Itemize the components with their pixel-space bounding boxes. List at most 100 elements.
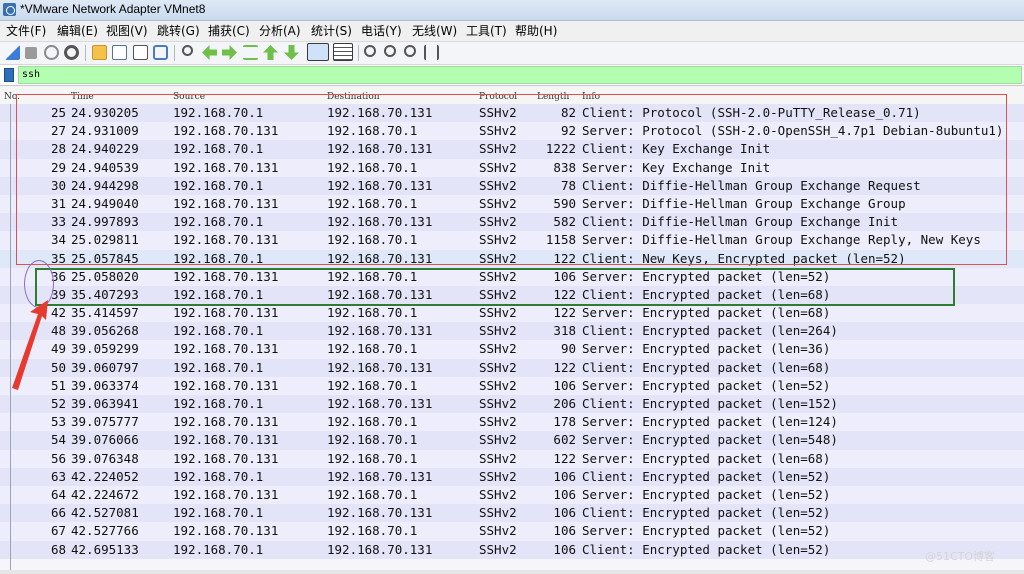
packet-protocol: SSHv2	[479, 359, 517, 375]
column-header-info[interactable]: Info	[582, 92, 600, 102]
packet-info: Server: Protocol (SSH-2.0-OpenSSH_4.7p1 …	[582, 123, 1004, 139]
packet-row[interactable]: 52 39.063941 192.168.70.1 192.168.70.131 SSH…	[0, 395, 1024, 414]
options-gear-icon[interactable]	[64, 45, 79, 60]
reload-icon[interactable]	[153, 45, 168, 60]
zoom-out-icon[interactable]	[384, 45, 396, 57]
normal-size-icon[interactable]	[404, 45, 416, 57]
resize-columns-icon[interactable]	[424, 45, 439, 60]
packet-row[interactable]: 68 42.695133 192.168.70.1 192.168.70.131 SSH…	[0, 540, 1024, 559]
first-packet-icon[interactable]	[263, 45, 278, 60]
packet-info: Client: Encrypted packet (len=264)	[582, 323, 838, 339]
bookmark-filter-icon[interactable]	[4, 68, 14, 82]
menu-edit[interactable]: 编辑(E)	[57, 23, 98, 39]
packet-source: 192.168.70.131	[173, 268, 279, 284]
packet-list[interactable]: No. Time Source Destination Protocol Len…	[0, 86, 1024, 570]
packet-row[interactable]: 56 39.076348 192.168.70.131 192.168.70.1 SSH…	[0, 449, 1024, 468]
packet-row[interactable]: 67 42.527766 192.168.70.131 192.168.70.1 SSH…	[0, 522, 1024, 541]
packet-destination: 192.168.70.131	[327, 214, 433, 230]
column-header-no[interactable]: No.	[4, 92, 20, 102]
packet-row[interactable]: 34 25.029811 192.168.70.131 192.168.70.1 SSH…	[0, 231, 1024, 250]
column-header-time[interactable]: Time	[71, 92, 94, 102]
packet-protocol: SSHv2	[479, 286, 517, 302]
packet-length: 590	[553, 195, 576, 211]
packet-info: Server: Encrypted packet (len=36)	[582, 341, 831, 357]
packet-row[interactable]: 29 24.940539 192.168.70.131 192.168.70.1 SSH…	[0, 158, 1024, 177]
packet-row[interactable]: 31 24.949040 192.168.70.131 192.168.70.1 SSH…	[0, 194, 1024, 214]
go-back-icon[interactable]	[202, 45, 217, 60]
packet-row[interactable]: 30 24.944298 192.168.70.1 192.168.70.131 SSH…	[0, 176, 1024, 195]
packet-protocol: SSHv2	[479, 232, 517, 248]
column-header-destination[interactable]: Destination	[327, 92, 380, 102]
restart-icon[interactable]	[44, 45, 59, 60]
go-to-packet-icon[interactable]	[243, 45, 258, 60]
packet-destination: 192.168.70.131	[327, 141, 433, 157]
column-header-protocol[interactable]: Protocol	[479, 92, 517, 102]
packet-destination: 192.168.70.1	[327, 341, 418, 357]
column-header-source[interactable]: Source	[173, 92, 205, 102]
packet-row[interactable]: 28 24.940229 192.168.70.1 192.168.70.131 SSH…	[0, 140, 1024, 159]
packet-row[interactable]: 54 39.076066 192.168.70.131 192.168.70.1 SSH…	[0, 431, 1024, 450]
packet-row[interactable]: 63 42.224052 192.168.70.1 192.168.70.131 SSH…	[0, 467, 1024, 486]
packet-protocol: SSHv2	[479, 541, 517, 557]
auto-scroll-icon[interactable]	[307, 43, 329, 61]
packet-source: 192.168.70.131	[173, 486, 279, 502]
packet-time: 42.527766	[71, 523, 139, 539]
stop-icon[interactable]	[25, 47, 37, 59]
packet-row[interactable]: 51 39.063374 192.168.70.131 192.168.70.1 SSH…	[0, 376, 1024, 395]
packet-row[interactable]: 50 39.060797 192.168.70.1 192.168.70.131 SSH…	[0, 358, 1024, 377]
packet-row[interactable]: 49 39.059299 192.168.70.131 192.168.70.1 SSH…	[0, 340, 1024, 359]
packet-row[interactable]: 36 25.058020 192.168.70.131 192.168.70.1 SSH…	[0, 267, 1024, 286]
packet-number: 39	[50, 286, 66, 302]
packet-info: Server: Key Exchange Init	[582, 159, 771, 175]
close-file-icon[interactable]	[133, 45, 148, 60]
menu-tools[interactable]: 工具(T)	[466, 23, 507, 39]
packet-row[interactable]: 66 42.527081 192.168.70.1 192.168.70.131 SSH…	[0, 504, 1024, 523]
packet-length: 106	[553, 505, 576, 521]
packet-row[interactable]: 39 35.407293 192.168.70.1 192.168.70.131 SSH…	[0, 285, 1024, 305]
save-file-icon[interactable]	[112, 45, 127, 60]
go-forward-icon[interactable]	[222, 45, 237, 60]
packet-source: 192.168.70.131	[173, 305, 279, 321]
menu-go[interactable]: 跳转(G)	[157, 23, 200, 39]
menu-statistics[interactable]: 统计(S)	[311, 23, 352, 39]
menu-analyze[interactable]: 分析(A)	[259, 23, 301, 39]
last-packet-icon[interactable]	[284, 45, 299, 60]
zoom-in-icon[interactable]	[364, 45, 376, 57]
packet-time: 24.949040	[71, 195, 139, 211]
open-folder-icon[interactable]	[92, 45, 107, 60]
packet-row[interactable]: 35 25.057845 192.168.70.1 192.168.70.131 SSH…	[0, 249, 1024, 268]
packet-destination: 192.168.70.131	[327, 177, 433, 193]
packet-source: 192.168.70.1	[173, 250, 264, 266]
menu-capture[interactable]: 捕获(C)	[208, 23, 250, 39]
colorize-icon[interactable]	[333, 43, 353, 61]
packet-info: Client: Protocol (SSH-2.0-PuTTY_Release_…	[582, 105, 921, 120]
packet-number: 66	[50, 505, 66, 521]
packet-row[interactable]: 42 35.414597 192.168.70.131 192.168.70.1 SSH…	[0, 304, 1024, 323]
packet-source: 192.168.70.1	[173, 505, 264, 521]
packet-protocol: SSHv2	[479, 396, 517, 411]
packet-time: 42.527081	[71, 505, 139, 521]
packet-row[interactable]: 48 39.056268 192.168.70.1 192.168.70.131 SSH…	[0, 322, 1024, 341]
menu-help[interactable]: 帮助(H)	[515, 23, 557, 39]
packet-info: Server: Encrypted packet (len=52)	[582, 523, 831, 539]
packet-row[interactable]: 27 24.931009 192.168.70.131 192.168.70.1 SSH…	[0, 122, 1024, 141]
packet-info: Client: Encrypted packet (len=68)	[582, 359, 831, 375]
find-packet-icon[interactable]	[182, 45, 193, 56]
packet-source: 192.168.70.1	[173, 141, 264, 157]
packet-row[interactable]: 33 24.997893 192.168.70.1 192.168.70.131 SSH…	[0, 213, 1024, 232]
menu-wireless[interactable]: 无线(W)	[412, 23, 457, 39]
menu-view[interactable]: 视图(V)	[106, 23, 148, 39]
packet-row[interactable]: 64 42.224672 192.168.70.131 192.168.70.1 SSH…	[0, 485, 1024, 505]
packet-row[interactable]: 25 24.930205 192.168.70.1 192.168.70.131 SSH…	[0, 104, 1024, 123]
packet-length: 582	[553, 214, 576, 230]
packet-time: 39.076066	[71, 432, 139, 448]
packet-row[interactable]: 53 39.075777 192.168.70.131 192.168.70.1 SSH…	[0, 413, 1024, 432]
display-filter-input[interactable]: ssh	[18, 66, 1022, 84]
column-header-length[interactable]: Length	[537, 92, 569, 102]
shark-fin-start-icon[interactable]	[5, 45, 20, 60]
packet-time: 39.056268	[71, 323, 139, 339]
packet-info: Server: Encrypted packet (len=124)	[582, 414, 838, 430]
packet-info: Client: Encrypted packet (len=52)	[582, 505, 831, 521]
menu-telephony[interactable]: 电话(Y)	[361, 23, 402, 39]
menu-file[interactable]: 文件(F)	[6, 23, 46, 39]
